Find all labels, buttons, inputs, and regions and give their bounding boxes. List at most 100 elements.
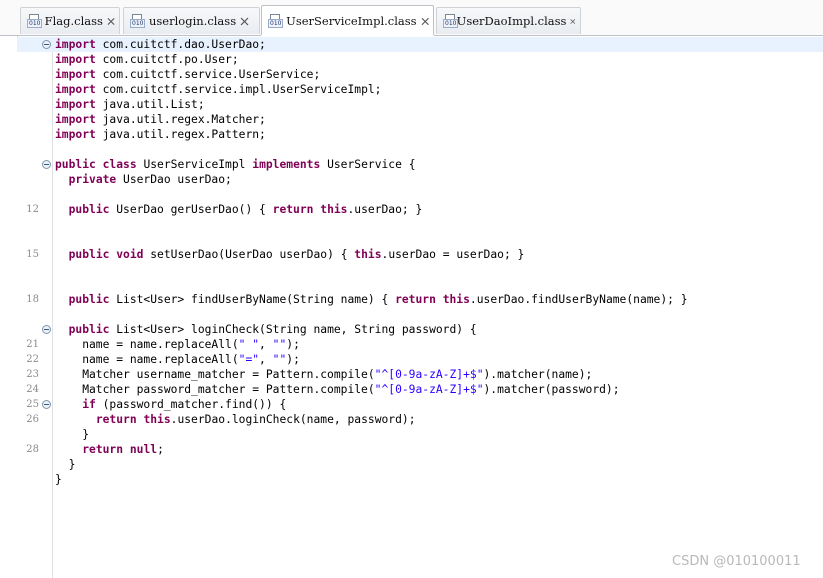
keyword-token: import [55,113,96,126]
code-line[interactable]: private UserDao userDao; [17,172,823,187]
code-line[interactable]: 21 name = name.replaceAll(" ", ""); [17,337,823,352]
keyword-token: import [55,98,96,111]
code-text: import java.util.regex.Pattern; [55,127,266,142]
keyword-token: void [116,248,144,261]
keyword-token: public [68,323,110,336]
line-number: 21 [26,339,39,350]
code-line[interactable] [17,307,823,322]
code-text: import com.cuitctf.service.UserService; [55,67,320,82]
code-token: ); [286,338,300,351]
code-token: ; [157,443,164,456]
code-line[interactable]: import com.cuitctf.po.User; [17,52,823,67]
line-number: 28 [26,444,39,455]
code-line[interactable]: 25 if (password_matcher.find()) { [17,397,823,412]
code-text: } [55,427,89,442]
code-line[interactable] [17,217,823,232]
code-line[interactable]: 15 public void setUserDao(UserDao userDa… [17,247,823,262]
code-token: .userDao.loginCheck(name, password); [170,413,416,426]
code-token: java.util.regex.Matcher; [95,113,266,126]
close-icon[interactable] [107,17,115,26]
code-line[interactable] [17,262,823,277]
line-number: 15 [26,249,39,260]
close-icon[interactable] [240,17,249,26]
code-token: com.cuitctf.dao.UserDao; [95,38,266,51]
code-text: } [55,457,76,472]
code-line[interactable] [17,232,823,247]
keyword-token: public [68,203,110,216]
code-editor[interactable]: import com.cuitctf.dao.UserDao; import co… [17,37,823,578]
code-line[interactable]: import java.util.List; [17,97,823,112]
code-text: name = name.replaceAll(" ", ""); [55,337,300,352]
code-line[interactable] [17,187,823,202]
code-text: import java.util.List; [55,97,205,112]
code-token: , [259,353,273,366]
code-text: import com.cuitctf.service.impl.UserServ… [55,82,381,97]
keyword-token: null [129,443,158,456]
code-line[interactable]: import java.util.regex.Matcher; [17,112,823,127]
code-line[interactable]: 12 public UserDao gerUserDao() { return … [17,202,823,217]
string-token: "=" [238,353,260,366]
keyword-token: import [55,68,96,81]
keyword-token: import [55,83,96,96]
code-line[interactable]: 22 name = name.replaceAll("=", ""); [17,352,823,367]
code-line[interactable]: } [17,427,823,442]
keyword-token: if [82,398,96,411]
code-line[interactable]: 26 return this.userDao.loginCheck(name, … [17,412,823,427]
code-line[interactable] [17,277,823,292]
close-icon[interactable] [421,17,429,26]
code-line[interactable]: } [17,472,823,487]
class-file-icon: 010 [27,14,43,28]
code-token: } [55,458,76,471]
code-token: ).matcher(name); [483,368,593,381]
code-line[interactable]: 28 return null; [17,442,823,457]
code-line[interactable]: public List<User> loginCheck(String name… [17,322,823,337]
code-token: (password_matcher.find()) { [95,398,287,411]
line-number: 18 [26,294,39,305]
fold-collapse-icon[interactable] [42,400,51,409]
keyword-token: private [68,173,117,186]
code-token: UserServiceImpl [136,158,253,171]
tab-label: Flag.class [44,14,103,28]
line-number: 25 [26,399,39,410]
tab-userserviceimpl-class[interactable]: 010 UserServiceImpl.class [261,5,434,36]
code-line[interactable]: 18 public List<User> findUserByName(Stri… [17,292,823,307]
tab-userlogin-class[interactable]: 010 userlogin.class [123,7,260,34]
code-text: } [55,472,62,487]
tab-label: userlogin.class [149,14,237,28]
keyword-token: implements [252,158,321,171]
code-line[interactable]: import com.cuitctf.service.UserService; [17,67,823,82]
class-file-icon: 010 [443,14,459,28]
fold-collapse-icon[interactable] [42,325,51,334]
code-line[interactable]: import com.cuitctf.dao.UserDao; [17,37,823,52]
code-text: return this.userDao.loginCheck(name, pas… [55,412,416,427]
code-line[interactable]: import java.util.regex.Pattern; [17,127,823,142]
string-token: "^[0-9a-zA-Z]+$" [374,383,484,396]
code-text: import java.util.regex.Matcher; [55,112,266,127]
fold-collapse-icon[interactable] [42,40,51,49]
keyword-token: return [95,413,137,426]
keyword-token: import [55,53,96,66]
close-icon[interactable] [570,17,576,26]
code-token: } [55,473,62,486]
keyword-token: this [354,248,382,261]
code-line[interactable]: public class UserServiceImpl implements … [17,157,823,172]
line-number: 24 [26,384,39,395]
code-line[interactable]: 23 Matcher username_matcher = Pattern.co… [17,367,823,382]
code-token: name = name.replaceAll( [55,338,239,351]
code-line[interactable]: import com.cuitctf.service.impl.UserServ… [17,82,823,97]
editor-tab-bar: 010 Flag.class 010 userlogin.class 010 U… [0,0,823,36]
keyword-token: return [272,203,314,216]
fold-collapse-icon[interactable] [42,160,51,169]
code-line[interactable]: 24 Matcher password_matcher = Pattern.co… [17,382,823,397]
tab-flag-class[interactable]: 010 Flag.class [20,7,120,34]
code-token: com.cuitctf.service.impl.UserServiceImpl… [95,83,382,96]
code-text: Matcher password_matcher = Pattern.compi… [55,382,619,397]
keyword-token: public [68,293,110,306]
code-line[interactable]: } [17,457,823,472]
tab-userdaoimpl-class[interactable]: 010 UserDaoImpl.class [436,7,581,34]
code-line[interactable] [17,142,823,157]
